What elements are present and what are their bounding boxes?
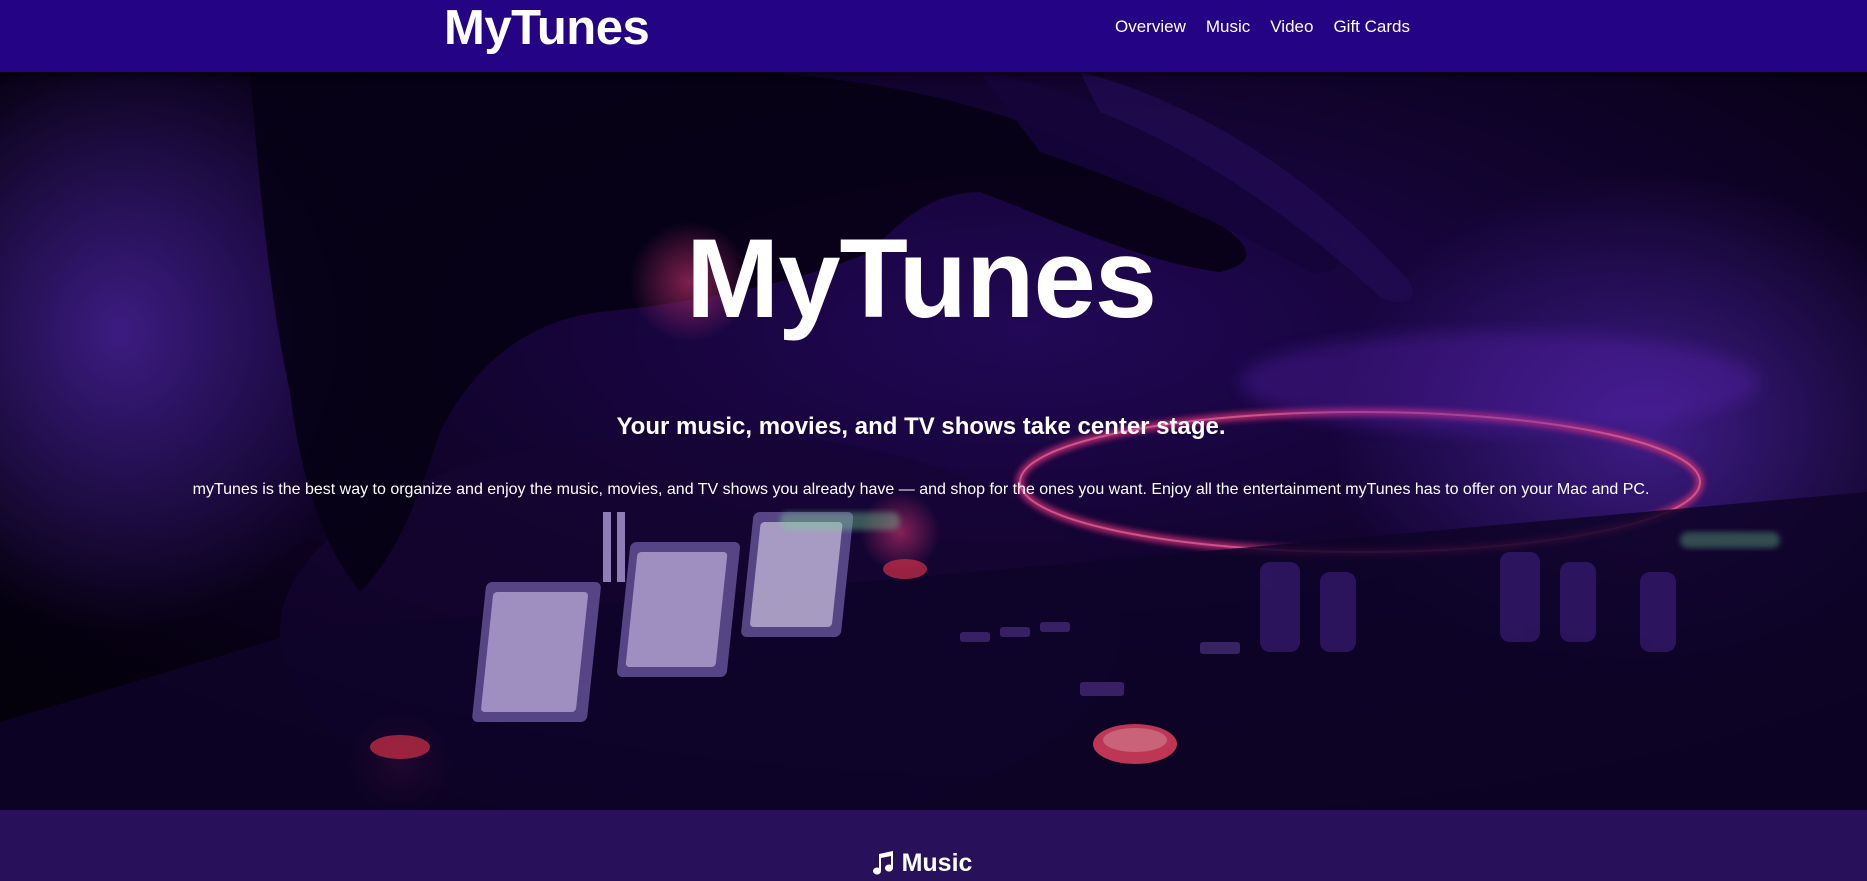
music-section-heading: Music: [0, 848, 1842, 878]
nav-link-music[interactable]: Music: [1206, 17, 1250, 37]
music-note-icon: [872, 851, 893, 875]
nav-links: Overview Music Video Gift Cards: [1115, 17, 1430, 37]
hero-section: MyTunes Your music, movies, and TV shows…: [0, 72, 1867, 810]
hero-description: myTunes is the best way to organize and …: [192, 481, 1650, 498]
music-section: Music: [0, 810, 1867, 881]
music-heading-label: Music: [901, 849, 973, 877]
nav-link-overview[interactable]: Overview: [1115, 17, 1186, 37]
brand-logo[interactable]: MyTunes: [444, 2, 650, 54]
hero-title: MyTunes: [685, 216, 1157, 341]
nav-link-gift-cards[interactable]: Gift Cards: [1333, 17, 1410, 37]
nav-link-video[interactable]: Video: [1270, 17, 1313, 37]
top-navbar: MyTunes Overview Music Video Gift Cards: [0, 0, 1867, 72]
hero-tagline: Your music, movies, and TV shows take ce…: [616, 413, 1226, 440]
